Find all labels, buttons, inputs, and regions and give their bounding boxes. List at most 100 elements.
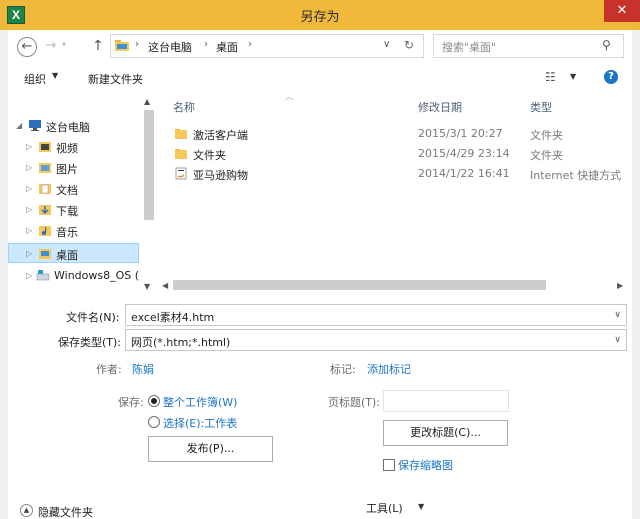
desktop-folder-icon xyxy=(39,249,51,259)
radio-entire-workbook[interactable] xyxy=(148,395,160,407)
dropdown-arrow-icon[interactable]: ▼ xyxy=(570,72,576,81)
entire-workbook-label[interactable]: 整个工作簿(W) xyxy=(163,394,237,410)
video-folder-icon xyxy=(39,142,51,152)
expand-icon[interactable]: ▷ xyxy=(26,163,32,172)
tree-scroll-up-icon[interactable]: ▲ xyxy=(144,97,150,106)
collapse-up-icon[interactable]: ▲ xyxy=(20,504,33,517)
scroll-left-icon[interactable]: ◀ xyxy=(162,281,168,290)
filetype-select[interactable]: 网页(*.htm;*.html) ∨ xyxy=(125,329,627,351)
back-button[interactable]: ← xyxy=(17,37,37,57)
file-name: 文件夹 xyxy=(193,149,226,162)
tree-item-desktop[interactable]: ▷ 桌面 xyxy=(8,243,139,263)
breadcrumb-desktop[interactable]: 桌面 xyxy=(216,39,238,55)
filetype-label: 保存类型(T): xyxy=(58,336,122,349)
radio-selection[interactable] xyxy=(148,416,160,428)
forward-button[interactable]: → xyxy=(41,37,61,57)
save-thumbnail-label[interactable]: 保存缩略图 xyxy=(398,457,453,473)
file-type: Internet 快捷方式 xyxy=(530,169,622,182)
column-header-type[interactable]: 类型 xyxy=(530,99,552,115)
refresh-icon[interactable]: ↻ xyxy=(404,38,414,52)
downloads-folder-icon xyxy=(39,205,51,215)
tree-item-label: 视频 xyxy=(56,142,78,155)
collapse-icon[interactable]: ◢ xyxy=(16,121,22,130)
search-placeholder: 搜索"桌面" xyxy=(442,41,497,54)
column-header-date[interactable]: 修改日期 xyxy=(418,99,462,115)
save-thumbnail-checkbox[interactable] xyxy=(383,459,395,471)
tree-item-label: 桌面 xyxy=(56,249,78,262)
tags-label: 标记: xyxy=(330,363,356,376)
file-type: 文件夹 xyxy=(530,129,563,142)
change-title-button[interactable]: 更改标题(C)... xyxy=(383,420,508,446)
internet-shortcut-icon xyxy=(175,167,187,180)
arrow-up-icon: ↑ xyxy=(92,38,104,54)
file-row[interactable]: 文件夹 2015/4/29 23:14 文件夹 xyxy=(172,144,624,164)
tree-item-label: 这台电脑 xyxy=(46,121,90,134)
sort-indicator-icon: ︿ xyxy=(285,92,293,101)
expand-icon[interactable]: ▷ xyxy=(26,184,32,193)
chevron-right-icon[interactable]: › xyxy=(135,39,139,50)
horizontal-scrollbar-thumb[interactable] xyxy=(173,280,546,290)
tree-item-this-pc[interactable]: ◢ 这台电脑 xyxy=(14,116,140,136)
filename-label: 文件名(N): xyxy=(66,311,120,324)
column-header-name[interactable]: 名称 xyxy=(173,99,195,115)
page-title-label: 页标题(T): xyxy=(328,396,381,409)
tree-item-pictures[interactable]: ▷ 图片 xyxy=(14,158,140,178)
expand-icon[interactable]: ▷ xyxy=(26,249,32,258)
tree-scrollbar-thumb[interactable] xyxy=(144,110,154,220)
page-title-input[interactable] xyxy=(383,390,509,412)
filetype-value: 网页(*.htm;*.html) xyxy=(131,336,231,349)
folder-icon xyxy=(175,129,187,139)
music-folder-icon xyxy=(39,226,51,236)
desktop-location-icon xyxy=(115,40,129,51)
new-folder-button[interactable]: 新建文件夹 xyxy=(88,71,143,87)
tree-item-label: 图片 xyxy=(56,163,78,176)
expand-icon[interactable]: ▷ xyxy=(26,271,32,280)
chevron-right-icon[interactable]: › xyxy=(248,39,252,50)
dropdown-arrow-icon[interactable]: ▼ xyxy=(52,71,58,80)
chevron-down-icon[interactable]: ∨ xyxy=(614,335,621,345)
breadcrumb-this-pc[interactable]: 这台电脑 xyxy=(148,39,192,55)
tree-item-label: 下载 xyxy=(56,205,78,218)
organize-button[interactable]: 组织 xyxy=(24,71,46,87)
expand-icon[interactable]: ▷ xyxy=(26,142,32,151)
expand-icon[interactable]: ▷ xyxy=(26,226,32,235)
tools-button[interactable]: 工具(L) xyxy=(366,500,403,516)
selection-sheet-label[interactable]: 选择(E):工作表 xyxy=(163,415,237,431)
documents-folder-icon xyxy=(39,184,51,194)
tree-item-music[interactable]: ▷ 音乐 xyxy=(14,221,140,241)
tree-item-documents[interactable]: ▷ 文档 xyxy=(14,179,140,199)
folder-icon xyxy=(175,149,187,159)
save-scope-label: 保存: xyxy=(118,396,144,409)
tree-item-drive[interactable]: ▷ Windows8_OS ( xyxy=(14,266,142,286)
file-row[interactable]: 激活客户端 2015/3/1 20:27 文件夹 xyxy=(172,124,624,144)
pictures-folder-icon xyxy=(39,163,51,173)
scroll-right-icon[interactable]: ▶ xyxy=(617,281,623,290)
view-options-icon[interactable]: ☷ xyxy=(545,70,556,84)
chevron-down-icon[interactable]: ∨ xyxy=(614,310,621,320)
file-row[interactable]: 亚马逊购物 2014/1/22 16:41 Internet 快捷方式 xyxy=(172,164,624,184)
radio-selected-dot xyxy=(151,398,157,404)
tree-item-downloads[interactable]: ▷ 下载 xyxy=(14,200,140,220)
hide-folders-button[interactable]: 隐藏文件夹 xyxy=(38,504,93,519)
up-button[interactable]: ↑ xyxy=(88,37,108,57)
chevron-right-icon[interactable]: › xyxy=(204,39,208,50)
publish-button[interactable]: 发布(P)... xyxy=(148,436,273,462)
author-label: 作者: xyxy=(96,363,122,376)
file-name: 激活客户端 xyxy=(193,129,248,142)
dropdown-arrow-icon[interactable]: ▼ xyxy=(418,502,424,511)
tree-scroll-down-icon[interactable]: ▼ xyxy=(144,282,150,291)
recent-locations-icon[interactable]: ▾ xyxy=(62,40,66,49)
expand-icon[interactable]: ▷ xyxy=(26,205,32,214)
drive-icon xyxy=(36,270,50,281)
close-button[interactable]: ✕ xyxy=(604,0,640,22)
search-icon[interactable]: ⚲ xyxy=(602,38,611,52)
arrow-left-icon: ← xyxy=(21,39,33,54)
filename-input[interactable]: excel素材4.htm ∨ xyxy=(125,304,627,326)
author-value[interactable]: 陈娟 xyxy=(132,361,154,377)
address-dropdown-icon[interactable]: ∨ xyxy=(383,39,390,50)
tree-item-videos[interactable]: ▷ 视频 xyxy=(14,137,140,157)
arrow-right-icon: → xyxy=(45,38,57,53)
help-icon[interactable]: ? xyxy=(604,70,618,84)
window-title: 另存为 xyxy=(300,10,340,25)
add-tags-link[interactable]: 添加标记 xyxy=(367,361,411,377)
